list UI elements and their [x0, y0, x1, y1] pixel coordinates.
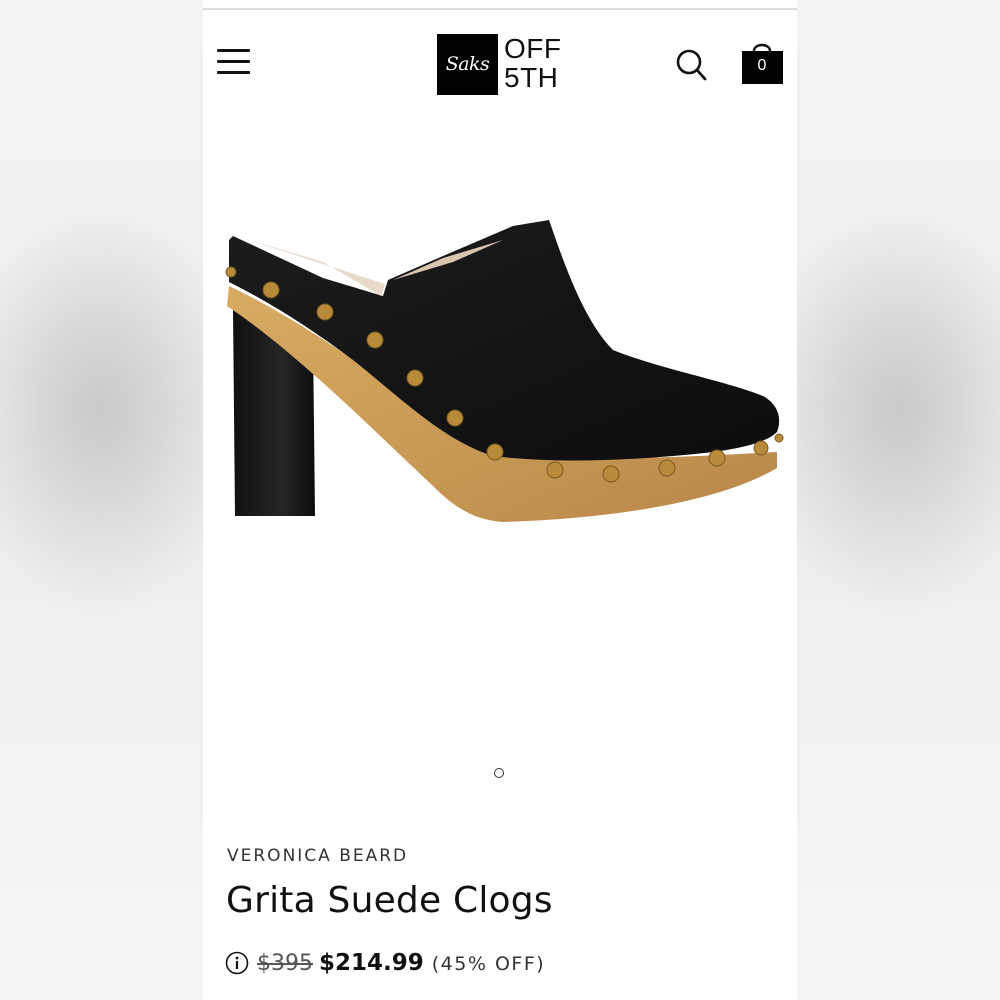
cart-count: 0: [757, 57, 767, 74]
original-price: $395: [257, 951, 313, 976]
right-blurred-backdrop: [797, 0, 1000, 1000]
sale-price: $214.99: [319, 950, 424, 976]
shopping-bag-button[interactable]: 0: [741, 40, 787, 86]
info-icon[interactable]: [225, 951, 249, 975]
image-pager-dot[interactable]: [494, 768, 504, 778]
discount-badge: (45% OFF): [431, 953, 546, 975]
price-row: $395 $214.99 (45% OFF): [225, 950, 545, 976]
product-page: Saks OFF 5TH 0 VERONICA BEARD Grita Sued…: [203, 0, 797, 1000]
search-button[interactable]: [675, 46, 709, 84]
saks-logo-mark: Saks: [437, 33, 498, 95]
search-icon: [676, 49, 707, 81]
menu-button[interactable]: [217, 46, 251, 76]
brand-name[interactable]: VERONICA BEARD: [227, 846, 408, 866]
clog-illustration: [225, 220, 784, 522]
product-image[interactable]: [203, 200, 797, 540]
saks-off-5th-logo[interactable]: Saks OFF 5TH: [437, 33, 562, 95]
top-divider: [203, 8, 797, 10]
left-blurred-backdrop: [0, 0, 203, 1000]
off-5th-wordmark: OFF 5TH: [504, 33, 562, 93]
product-title: Grita Suede Clogs: [226, 880, 553, 921]
